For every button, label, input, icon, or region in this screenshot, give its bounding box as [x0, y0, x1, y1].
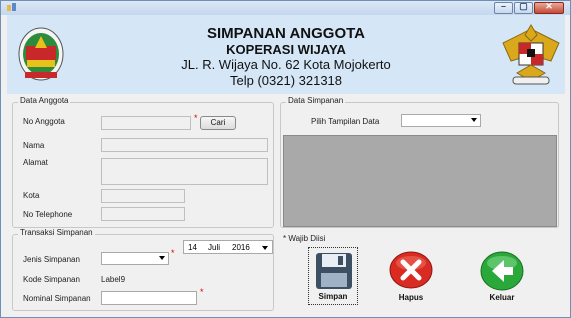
garuda-emblem — [502, 24, 560, 85]
date-month: Juli — [208, 243, 221, 252]
delete-x-icon — [389, 251, 433, 289]
no-anggota-required-mark: * — [194, 113, 198, 123]
maximize-button[interactable]: ▢ — [514, 1, 533, 14]
no-telephone-label: No Telephone — [23, 210, 73, 219]
pilih-tampilan-combobox[interactable] — [401, 114, 481, 127]
back-arrow-icon — [480, 251, 524, 291]
no-telephone-input[interactable] — [101, 207, 185, 221]
date-dropdown-arrow-icon[interactable] — [262, 246, 268, 250]
data-simpanan-legend: Data Simpanan — [286, 96, 346, 105]
jenis-required-mark: * — [171, 248, 175, 258]
date-year: 2016 — [232, 243, 250, 252]
header-banner: SIMPANAN ANGGOTA KOPERASI WIJAYA JL. R. … — [7, 15, 565, 94]
nama-input[interactable] — [101, 138, 268, 152]
no-anggota-input[interactable] — [101, 116, 191, 130]
hapus-label: Hapus — [398, 293, 424, 302]
nama-label: Nama — [23, 141, 45, 150]
title-bar[interactable]: – ▢ ✕ — [1, 1, 570, 15]
kode-simpanan-label: Kode Simpanan — [23, 275, 80, 284]
kota-label: Kota — [23, 191, 40, 200]
nominal-simpanan-label: Nominal Simpanan — [23, 294, 91, 303]
jenis-simpanan-combobox[interactable] — [101, 252, 169, 265]
nominal-required-mark: * — [200, 287, 204, 297]
simpan-label: Simpan — [318, 292, 348, 301]
keluar-button[interactable]: Keluar — [476, 249, 528, 305]
tanggal-date-picker[interactable]: 14 Juli 2016 — [183, 240, 273, 254]
data-simpanan-group: Data Simpanan Pilih Tampilan Data — [280, 96, 559, 228]
kota-input[interactable] — [101, 189, 185, 203]
transaksi-simpanan-legend: Transaksi Simpanan — [18, 228, 95, 237]
page-title: SIMPANAN ANGGOTA — [206, 25, 366, 42]
cari-button[interactable]: Cari — [200, 116, 236, 130]
pilih-tampilan-label: Pilih Tampilan Data — [311, 117, 380, 126]
kode-simpanan-value: Label9 — [101, 275, 126, 284]
chevron-down-icon — [159, 256, 165, 260]
chevron-down-icon — [471, 118, 477, 122]
simpan-button[interactable]: Simpan — [308, 247, 358, 305]
save-floppy-icon — [316, 253, 352, 289]
organization-phone: Telp (0321) 321318 — [229, 73, 343, 88]
close-button[interactable]: ✕ — [534, 1, 564, 14]
data-simpanan-grid[interactable] — [283, 135, 557, 227]
transaksi-simpanan-group: Transaksi Simpanan 14 Juli 2016 Jenis Si… — [12, 228, 274, 311]
data-anggota-legend: Data Anggota — [18, 96, 71, 105]
organization-address: JL. R. Wijaya No. 62 Kota Mojokerto — [181, 57, 391, 72]
wajib-diisi-note: * Wajib Diisi — [283, 234, 326, 243]
keluar-label: Keluar — [489, 293, 515, 302]
jenis-simpanan-label: Jenis Simpanan — [23, 255, 80, 264]
no-anggota-label: No Anggota — [23, 117, 65, 126]
organization-name: KOPERASI WIJAYA — [226, 42, 346, 57]
nominal-simpanan-input[interactable] — [101, 291, 197, 305]
hapus-button[interactable]: Hapus — [385, 249, 437, 305]
minimize-button[interactable]: – — [494, 1, 513, 14]
data-anggota-group: Data Anggota No Anggota * Cari Nama Alam… — [12, 96, 274, 228]
main-window: – ▢ ✕ SIMPANAN ANGGOTA KOPERASI WIJAYA J… — [0, 0, 571, 318]
date-day: 14 — [188, 243, 197, 252]
alamat-input[interactable] — [101, 158, 268, 185]
app-icon — [7, 3, 16, 11]
alamat-label: Alamat — [23, 158, 48, 167]
